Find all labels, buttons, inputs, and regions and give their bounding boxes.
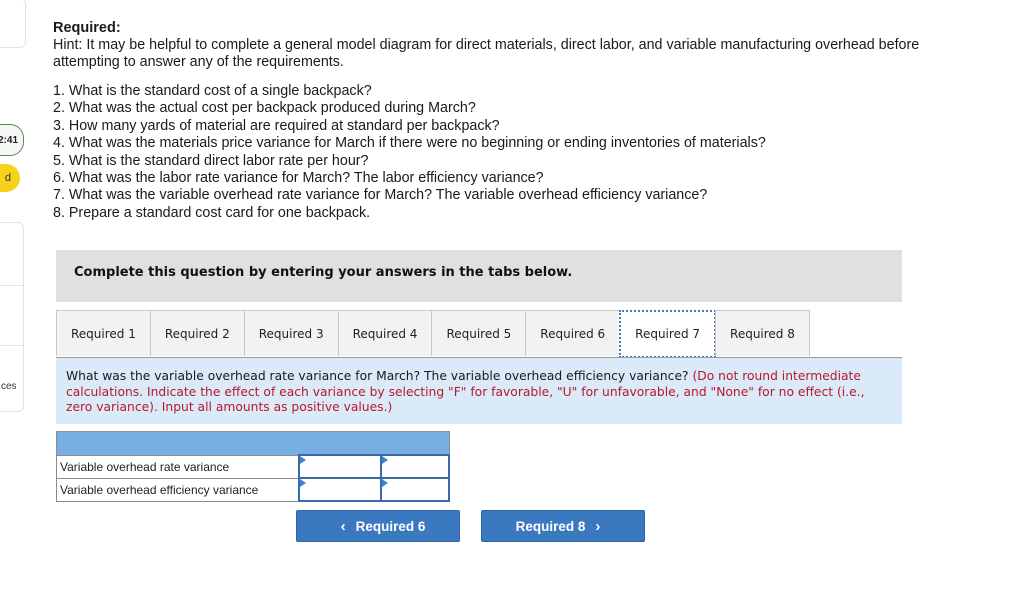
hint-text: Hint: It may be helpful to complete a ge… <box>53 37 920 70</box>
timer-text: 2:41 <box>0 134 18 146</box>
row-label: Variable overhead efficiency variance <box>56 477 300 502</box>
question-item: 5. What is the standard direct labor rat… <box>53 152 369 169</box>
sidebar-card-top <box>0 0 26 48</box>
efficiency-variance-effect-select[interactable] <box>382 480 448 499</box>
status-badge[interactable]: d <box>0 164 20 192</box>
instruction-banner: Complete this question by entering your … <box>56 250 902 302</box>
tab-required-1[interactable]: Required 1 <box>56 310 151 356</box>
question-item: 2. What was the actual cost per backpack… <box>53 100 476 117</box>
tab-required-8[interactable]: Required 8 <box>715 310 810 356</box>
next-button-label: Required 8 <box>515 518 586 534</box>
requirement-tabs: Required 1 Required 2 Required 3 Require… <box>56 310 810 358</box>
tab-required-4[interactable]: Required 4 <box>337 310 433 356</box>
questions-list: 1. What is the standard cost of a single… <box>53 83 983 222</box>
sidebar-nav-item-3[interactable]: ces <box>1 381 17 392</box>
tab-required-5[interactable]: Required 5 <box>431 310 527 356</box>
chevron-right-icon: › <box>595 517 601 535</box>
effect-cell <box>380 477 450 502</box>
tab-required-2[interactable]: Required 2 <box>149 310 245 356</box>
status-text: d <box>4 172 11 184</box>
prompt-question: What was the variable overhead rate vari… <box>66 369 693 383</box>
efficiency-variance-amount-input[interactable] <box>300 480 380 499</box>
sidebar-divider <box>0 285 23 286</box>
question-item: 7. What was the variable overhead rate v… <box>53 187 708 204</box>
input-flag-icon <box>300 479 306 487</box>
sidebar-nav: : ces <box>0 222 24 412</box>
answer-table-header <box>56 431 450 456</box>
tab-required-6[interactable]: Required 6 <box>525 310 621 356</box>
tab-required-3[interactable]: Required 3 <box>243 310 339 356</box>
table-row: Variable overhead efficiency variance <box>56 477 450 502</box>
answer-table: Variable overhead rate variance Variable… <box>56 431 450 502</box>
chevron-left-icon: ‹ <box>340 517 346 535</box>
next-required-button[interactable]: Required 8 › <box>481 510 645 542</box>
sidebar-divider <box>0 345 23 346</box>
table-row: Variable overhead rate variance <box>56 454 450 479</box>
amount-cell <box>298 477 382 502</box>
input-flag-icon <box>382 456 388 464</box>
input-flag-icon <box>300 456 306 464</box>
rate-variance-amount-input[interactable] <box>300 457 380 476</box>
instruction-text: Complete this question by entering your … <box>74 265 573 280</box>
question-item: 3. How many yards of material are requir… <box>53 117 500 134</box>
row-label: Variable overhead rate variance <box>56 454 300 479</box>
required-heading: Required: <box>53 20 121 36</box>
question-item: 4. What was the materials price variance… <box>53 135 766 152</box>
question-item: 8. Prepare a standard cost card for one … <box>53 204 371 221</box>
effect-cell <box>380 454 450 479</box>
amount-cell <box>298 454 382 479</box>
question-prompt: What was the variable overhead rate vari… <box>56 358 902 424</box>
rate-variance-effect-select[interactable] <box>382 457 448 476</box>
prev-button-label: Required 6 <box>355 518 426 534</box>
question-item: 6. What was the labor rate variance for … <box>53 170 544 187</box>
question-content: Required: Hint: It may be helpful to com… <box>53 20 983 222</box>
question-item: 1. What is the standard cost of a single… <box>53 83 372 99</box>
prev-required-button[interactable]: ‹ Required 6 <box>296 510 460 542</box>
tab-required-7[interactable]: Required 7 <box>619 310 717 358</box>
input-flag-icon <box>382 479 388 487</box>
timer-badge: 2:41 <box>0 124 24 156</box>
